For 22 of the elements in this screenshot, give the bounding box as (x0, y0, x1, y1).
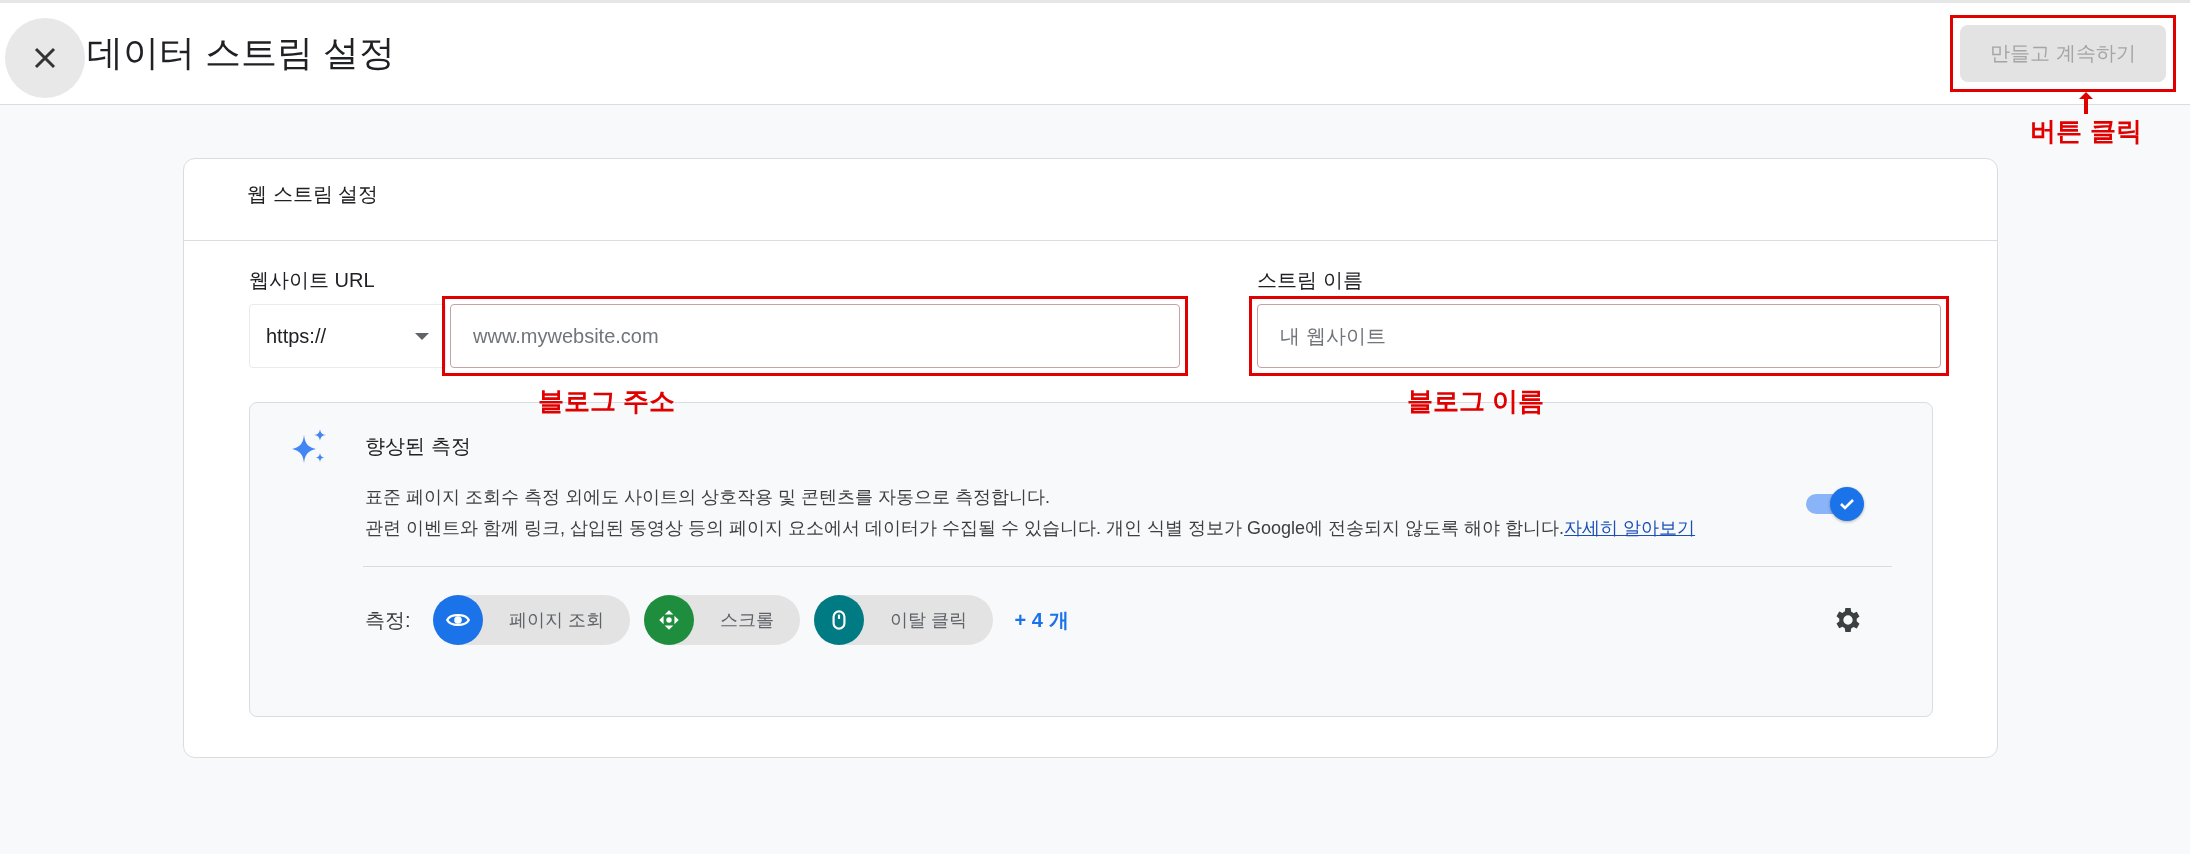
annotation-label: 블로그 이름 (1407, 385, 1545, 418)
card-title: 웹 스트림 설정 (184, 159, 1997, 241)
section-title: 향상된 측정 (365, 434, 472, 459)
input-field[interactable]: 내 웹사이트 (1257, 304, 1941, 368)
toggle-switch[interactable] (1806, 487, 1864, 521)
learn-more-link[interactable]: 자세히 알아보기 (1564, 518, 1696, 538)
description-text: 표준 페이지 조회수 측정 외에도 사이트의 상호작용 및 콘텐츠를 자동으로 측정합니다. (365, 486, 1051, 509)
more-measurements-button[interactable]: + 4 개 (1014, 606, 1069, 634)
field-label: 스트림 이름 (1257, 268, 1364, 293)
page-title: 데이터 스트림 설정 (87, 31, 396, 75)
measurement-label: 측정: (365, 607, 411, 633)
close-icon (33, 45, 57, 70)
measurement-chip[interactable]: 이탈 클릭 (813, 595, 993, 645)
measurement-chip[interactable]: 스크롤 (643, 595, 800, 645)
measurement-chip[interactable]: 페이지 조회 (432, 595, 630, 645)
protocol-dropdown[interactable]: https:// (249, 304, 446, 368)
description-text: 관련 이벤트와 함께 링크, 삽입된 동영상 등의 페이지 요소에서 데이터가 수집될 수 있습니다. 개인 식별 정보가 Google에 전송되지 않도록 해야 합니다.자세히 알아보기 (365, 517, 1697, 540)
field-label: 웹사이트 URL (249, 268, 376, 293)
caret-icon (415, 332, 429, 340)
annotation-label: 블로그 주소 (538, 385, 676, 418)
annotation-label: 버튼 클릭 (2030, 115, 2142, 148)
input-field[interactable]: www.mywebsite.com (450, 304, 1180, 368)
